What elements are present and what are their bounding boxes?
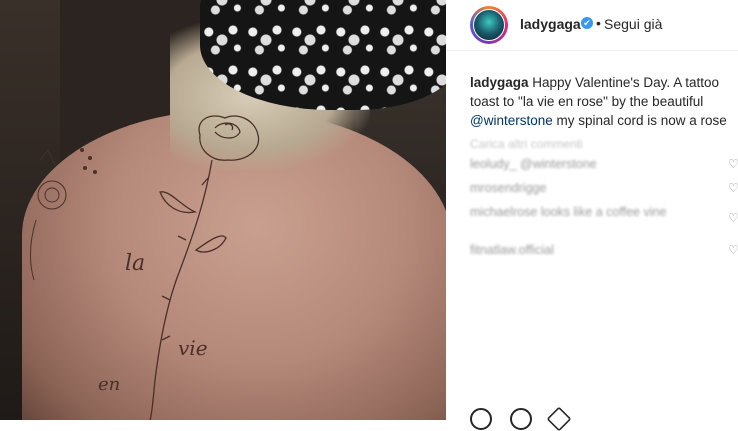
caption-username[interactable]: ladygaga (470, 75, 529, 90)
post-caption: ladygaga Happy Valentine's Day. A tattoo… (470, 73, 732, 130)
separator-dot: • (596, 15, 601, 31)
avatar-image (473, 9, 505, 41)
comment-item: fitnatlaw.official (470, 243, 554, 257)
comment-bubble-icon[interactable] (510, 408, 532, 430)
verified-badge-icon: ✔ (581, 17, 593, 29)
comment-like-heart-icon[interactable]: ♡ (728, 211, 738, 225)
rose-tattoo: la vie en (29, 115, 260, 420)
tattoo-word-vie: vie (178, 336, 208, 360)
comment-item: michaelrose looks like a coffee vine (470, 205, 667, 219)
header-username[interactable]: ladygaga (520, 16, 581, 32)
caption-text-2: my spinal cord is now a rose (552, 113, 727, 128)
comment-like-heart-icon[interactable]: ♡ (728, 243, 738, 257)
following-button[interactable]: Segui già (604, 16, 662, 32)
post-actions (466, 406, 738, 431)
avatar[interactable] (470, 6, 508, 44)
share-icon[interactable] (546, 406, 572, 431)
load-more-comments[interactable]: Carica altri commenti (470, 137, 583, 151)
comment-like-heart-icon[interactable]: ♡ (728, 157, 738, 171)
comment-like-heart-icon[interactable]: ♡ (728, 181, 738, 195)
comment-item: leoludy_ @winterstone (470, 157, 597, 171)
comment-item: mrosendrigge (470, 181, 547, 195)
caption-mention[interactable]: @winterstone (470, 113, 553, 128)
like-heart-icon[interactable] (470, 408, 492, 430)
tattoo-word-la: la (125, 251, 145, 276)
tattoo-word-en: en (98, 374, 120, 395)
post-photo[interactable]: la vie en (0, 0, 446, 420)
